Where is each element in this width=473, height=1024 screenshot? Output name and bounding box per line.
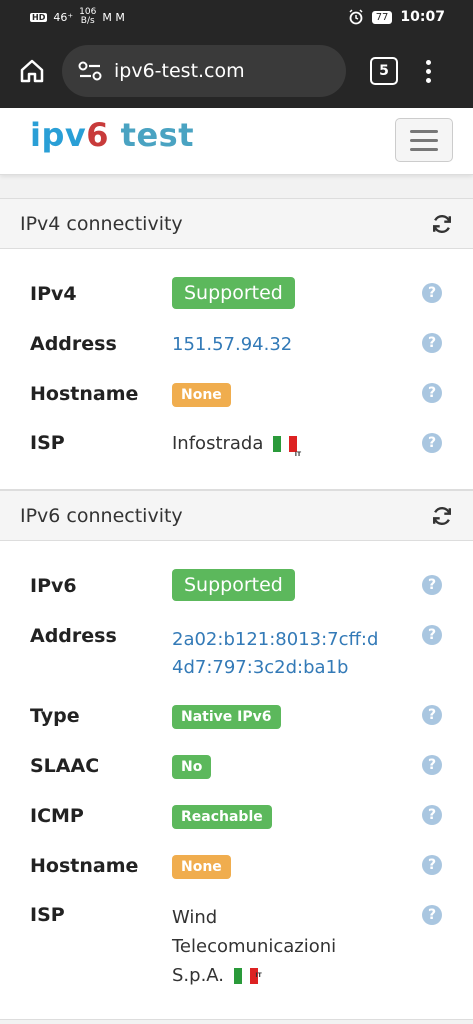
tab-switcher-button[interactable]: 5	[370, 57, 398, 85]
row-label: IPv6	[30, 575, 77, 597]
none-badge: None	[172, 855, 231, 879]
row-value: No	[172, 755, 212, 779]
native-badge: Native IPv6	[172, 705, 281, 729]
ipv6-panel: IPv6 connectivity IPv6 Supported ? Addre…	[0, 490, 473, 1020]
help-icon[interactable]: ?	[422, 575, 442, 595]
refresh-icon[interactable]	[431, 213, 453, 235]
slaac-badge: No	[172, 755, 212, 779]
supported-badge: Supported	[172, 277, 295, 309]
network-speed: 106 B/s	[79, 8, 96, 26]
row-value: Native IPv6	[172, 705, 281, 729]
isp-line-3: S.p.A.	[172, 965, 225, 986]
address-bar[interactable]: ipv6-test.com	[62, 45, 346, 97]
row-label: Type	[30, 705, 80, 727]
panel-heading: IPv6 connectivity	[0, 491, 473, 541]
reachable-badge: Reachable	[172, 805, 272, 829]
supported-badge: Supported	[172, 569, 295, 601]
isp-line-2: Telecomunicazioni	[172, 936, 337, 957]
help-icon[interactable]: ?	[422, 625, 442, 645]
none-badge: None	[172, 383, 231, 407]
help-icon[interactable]: ?	[422, 283, 442, 303]
row-label: Address	[30, 625, 117, 647]
panel-heading: IPv4 connectivity	[0, 199, 473, 249]
help-icon[interactable]: ?	[422, 333, 442, 353]
panel-title: IPv4 connectivity	[20, 212, 183, 235]
address-link[interactable]: 151.57.94.32	[172, 334, 292, 355]
help-icon[interactable]: ?	[422, 805, 442, 825]
status-bar: HD 46⁺ 106 B/s M M 77 10:07	[0, 0, 473, 34]
status-right: 77 10:07	[348, 9, 445, 25]
row-label: SLAAC	[30, 755, 100, 777]
row-value: Supported	[172, 277, 295, 309]
isp-line-1: Wind	[172, 907, 218, 928]
row-value: Supported	[172, 569, 295, 601]
row-label: Hostname	[30, 855, 139, 877]
help-icon[interactable]: ?	[422, 855, 442, 875]
help-icon[interactable]: ?	[422, 905, 442, 925]
status-left: HD 46⁺ 106 B/s M M	[30, 8, 125, 26]
row-label: Address	[30, 333, 117, 355]
row-label: ICMP	[30, 805, 84, 827]
isp-name: Infostrada	[172, 433, 264, 454]
home-button[interactable]	[16, 55, 48, 87]
italy-flag-icon: IT	[273, 436, 301, 458]
net-speed-unit: B/s	[80, 16, 95, 26]
panel-title: IPv6 connectivity	[20, 504, 183, 527]
row-value: None	[172, 855, 231, 879]
address-link[interactable]: 2a02:b121:8013:7cff:d 4d7:797:3c2d:ba1b	[172, 626, 378, 682]
battery-icon: 77	[371, 10, 393, 24]
row-label: ISP	[30, 432, 65, 454]
hd-icon: HD	[30, 12, 48, 22]
address-line-1: 2a02:b121:8013:7cff:d	[172, 629, 379, 650]
help-icon[interactable]: ?	[422, 433, 442, 453]
row-value: Wind Telecomunicazioni S.p.A. IT	[172, 903, 336, 990]
row-value: Reachable	[172, 805, 272, 829]
help-icon[interactable]: ?	[422, 383, 442, 403]
row-value: Infostrada IT	[172, 433, 301, 458]
home-icon	[20, 59, 44, 83]
site-header: ipv6 test	[0, 108, 473, 175]
address-line-2: 4d7:797:3c2d:ba1b	[172, 657, 349, 678]
row-value: None	[172, 383, 231, 407]
help-icon[interactable]: ?	[422, 755, 442, 775]
more-menu-button[interactable]	[426, 59, 431, 83]
ipv4-panel: IPv4 connectivity IPv4 Supported ? Addre…	[0, 198, 473, 490]
refresh-icon[interactable]	[431, 505, 453, 527]
clock: 10:07	[400, 9, 445, 25]
row-label: IPv4	[30, 283, 77, 305]
url-text: ipv6-test.com	[114, 60, 245, 82]
gmail-icon: M M	[102, 10, 125, 24]
signal-icon: 46⁺	[53, 10, 74, 24]
row-label: ISP	[30, 904, 65, 926]
browser-toolbar: ipv6-test.com 5	[0, 34, 473, 108]
alarm-icon	[349, 9, 363, 25]
help-icon[interactable]: ?	[422, 705, 442, 725]
italy-flag-icon: IT	[233, 968, 262, 984]
site-logo[interactable]: ipv6 test	[30, 116, 194, 154]
nav-toggle-button[interactable]	[395, 118, 453, 162]
site-settings-icon[interactable]	[78, 61, 102, 81]
row-label: Hostname	[30, 383, 139, 405]
